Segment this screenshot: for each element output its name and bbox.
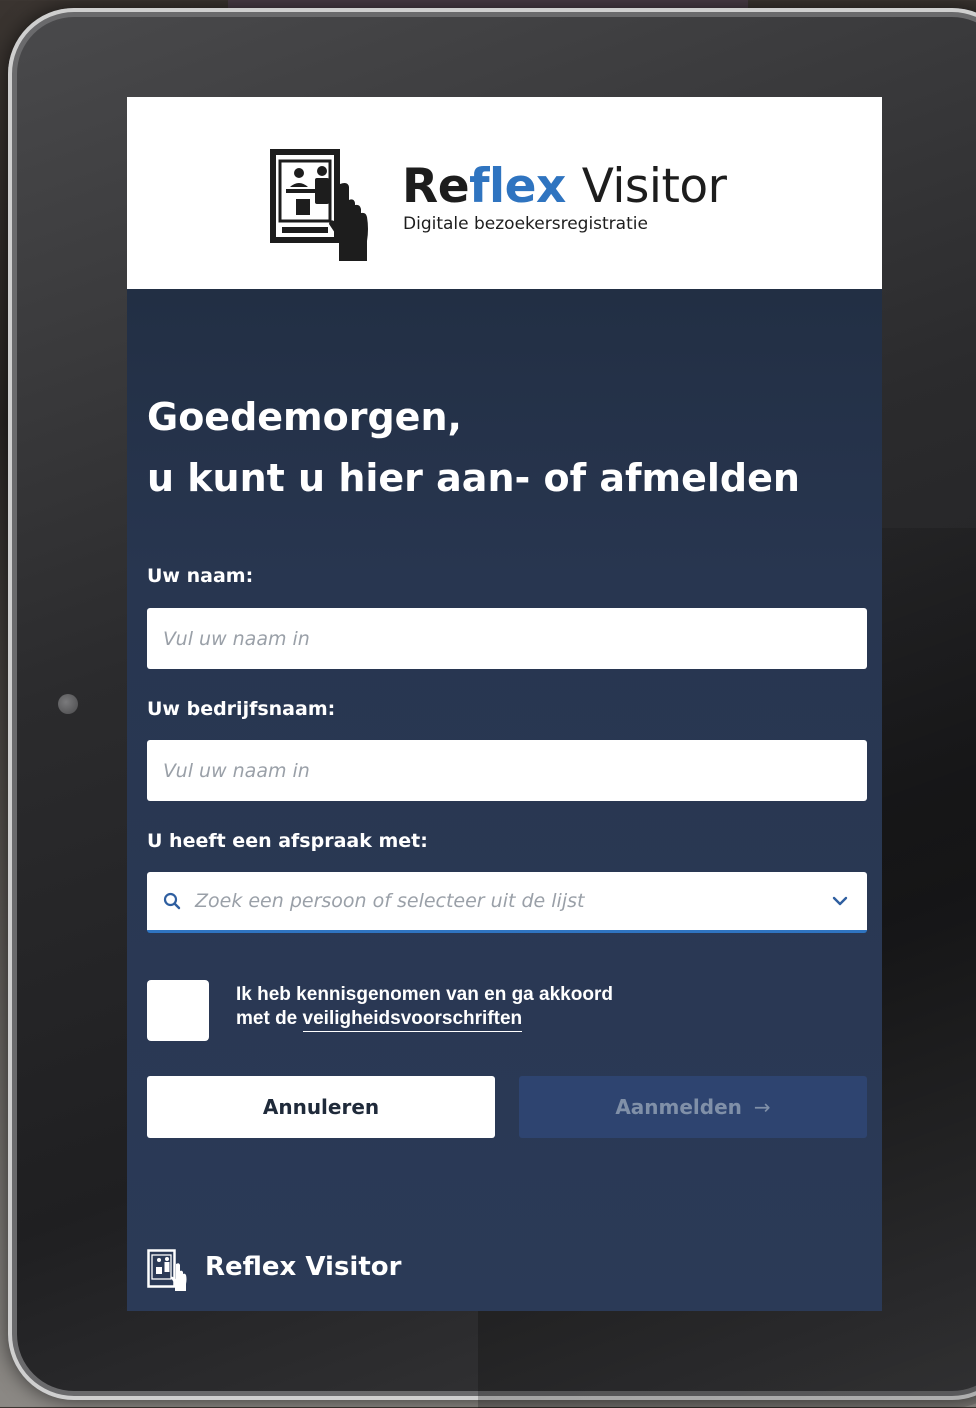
company-input[interactable]: Vul uw naam in bbox=[147, 740, 867, 801]
tagline: Digitale bezoekersregistratie bbox=[403, 214, 648, 234]
agree-line2: met de veiligheidsvoorschriften bbox=[236, 1007, 613, 1032]
footer-logo-icon bbox=[147, 1249, 187, 1291]
brand-visitor: Visitor bbox=[581, 159, 727, 214]
agree-prefix: met de bbox=[236, 1008, 298, 1029]
name-input[interactable]: Vul uw naam in bbox=[147, 608, 867, 669]
name-label: Uw naam: bbox=[147, 565, 254, 587]
submit-button[interactable]: Aanmelden → bbox=[519, 1076, 867, 1138]
search-icon bbox=[163, 892, 181, 910]
appointment-label: U heeft een afspraak met: bbox=[147, 830, 428, 852]
appointment-select[interactable]: Zoek een persoon of selecteer uit de lij… bbox=[147, 872, 867, 933]
company-label: Uw bedrijfsnaam: bbox=[147, 698, 336, 720]
agree-text: Ik heb kennisgenomen van en ga akkoord m… bbox=[236, 983, 613, 1032]
cancel-button[interactable]: Annuleren bbox=[147, 1076, 495, 1138]
footer-brand: Reflex Visitor bbox=[205, 1252, 402, 1282]
agree-line1: Ik heb kennisgenomen van en ga akkoord bbox=[236, 984, 613, 1005]
greeting-line2: u kunt u hier aan- of afmelden bbox=[147, 456, 800, 500]
arrow-right-icon: → bbox=[753, 1095, 771, 1119]
agree-checkbox[interactable] bbox=[147, 980, 209, 1041]
chevron-down-icon[interactable] bbox=[831, 892, 849, 910]
safety-rules-link[interactable]: veiligheidsvoorschriften bbox=[302, 1008, 523, 1032]
header: Reflex Visitor Digitale bezoekersregistr… bbox=[127, 97, 882, 289]
brand-re: Re bbox=[402, 159, 470, 214]
reflex-visitor-logo-icon bbox=[270, 149, 368, 261]
greeting-line1: Goedemorgen, bbox=[147, 395, 462, 439]
app-screen: Reflex Visitor Digitale bezoekersregistr… bbox=[127, 97, 882, 1311]
cancel-label: Annuleren bbox=[262, 1095, 380, 1119]
brand-flex: flex bbox=[469, 159, 566, 214]
appointment-placeholder: Zoek een persoon of selecteer uit de lij… bbox=[195, 890, 585, 912]
company-placeholder: Vul uw naam in bbox=[163, 759, 310, 782]
camera-icon bbox=[58, 694, 78, 714]
submit-label: Aanmelden bbox=[615, 1095, 742, 1119]
name-placeholder: Vul uw naam in bbox=[163, 627, 310, 650]
brand-title: Reflex Visitor bbox=[402, 155, 727, 219]
greeting: Goedemorgen, u kunt u hier aan- of afmel… bbox=[147, 387, 800, 509]
